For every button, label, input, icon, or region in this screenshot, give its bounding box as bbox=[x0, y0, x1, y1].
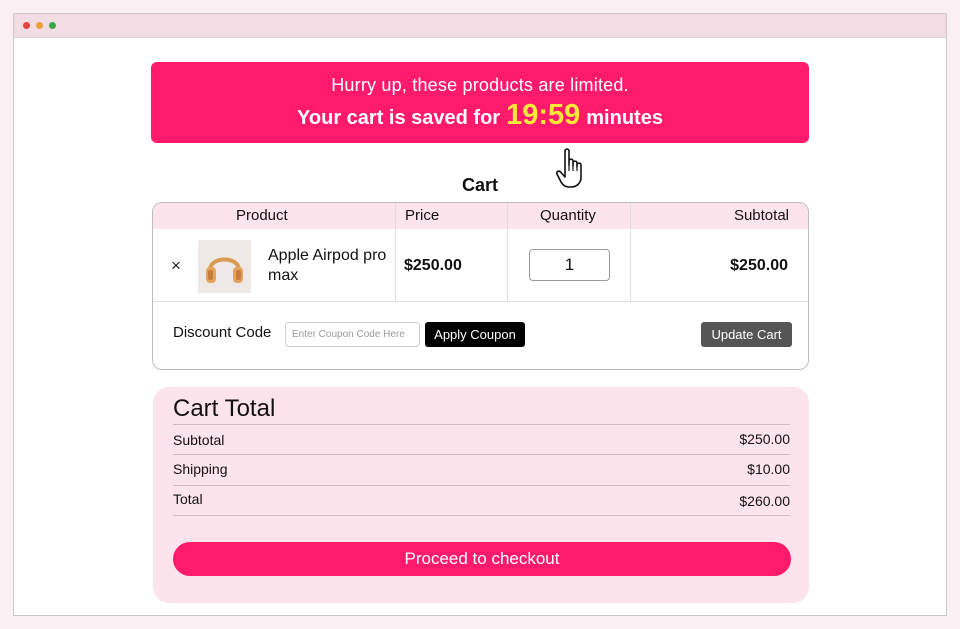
column-header-product: Product bbox=[236, 207, 288, 224]
cart-heading: Cart bbox=[461, 175, 498, 195]
shipping-value: $10.00 bbox=[747, 461, 790, 477]
coupon-code-input[interactable] bbox=[285, 322, 420, 347]
subtotal-label: Subtotal bbox=[173, 432, 225, 448]
column-divider bbox=[395, 203, 396, 301]
cart-table-header: Product Price Quantity Subtotal bbox=[153, 203, 808, 229]
column-header-price: Price bbox=[405, 207, 440, 224]
column-divider bbox=[630, 203, 631, 301]
banner-message: Hurry up, these products are limited. bbox=[331, 75, 629, 95]
total-label: Total bbox=[173, 491, 203, 507]
minimize-window-button[interactable] bbox=[36, 22, 43, 29]
quantity-input[interactable]: 1 bbox=[529, 249, 610, 281]
window-titlebar bbox=[14, 14, 946, 38]
item-subtotal: $250.00 bbox=[730, 257, 788, 274]
totals-divider bbox=[173, 515, 790, 516]
update-cart-button[interactable]: Update Cart bbox=[701, 322, 792, 347]
totals-divider bbox=[173, 485, 790, 486]
totals-divider bbox=[173, 454, 790, 455]
cart-total-title: Cart Total bbox=[173, 395, 276, 422]
banner-timer-suffix: minutes bbox=[586, 107, 663, 129]
row-divider bbox=[153, 301, 808, 302]
maximize-window-button[interactable] bbox=[49, 22, 56, 29]
proceed-to-checkout-button[interactable]: Proceed to checkout bbox=[173, 542, 791, 576]
item-price: $250.00 bbox=[404, 257, 462, 274]
browser-window: Hurry up, these products are limited. Yo… bbox=[13, 13, 947, 616]
remove-item-button[interactable]: × bbox=[171, 256, 181, 276]
total-value: $260.00 bbox=[739, 493, 790, 509]
product-image bbox=[198, 240, 251, 293]
countdown-timer: 19:59 bbox=[506, 99, 581, 131]
close-window-button[interactable] bbox=[23, 22, 30, 29]
product-name[interactable]: Apple Airpod pro max bbox=[268, 246, 388, 286]
subtotal-value: $250.00 bbox=[739, 431, 790, 447]
banner-timer-line: Your cart is saved for 19:59 minutes bbox=[151, 99, 809, 132]
urgency-banner: Hurry up, these products are limited. Yo… bbox=[151, 62, 809, 143]
banner-timer-prefix: Your cart is saved for bbox=[297, 107, 501, 129]
totals-divider bbox=[173, 424, 790, 425]
discount-code-label: Discount Code bbox=[173, 324, 272, 341]
column-header-subtotal: Subtotal bbox=[733, 207, 789, 224]
column-divider bbox=[507, 203, 508, 301]
shipping-label: Shipping bbox=[173, 461, 228, 477]
cart-totals-panel: Cart Total Subtotal $250.00 Shipping $10… bbox=[153, 387, 809, 603]
cart-table: Product Price Quantity Subtotal × Apple … bbox=[152, 202, 809, 370]
apply-coupon-button[interactable]: Apply Coupon bbox=[425, 322, 525, 347]
column-header-quantity: Quantity bbox=[540, 207, 596, 224]
